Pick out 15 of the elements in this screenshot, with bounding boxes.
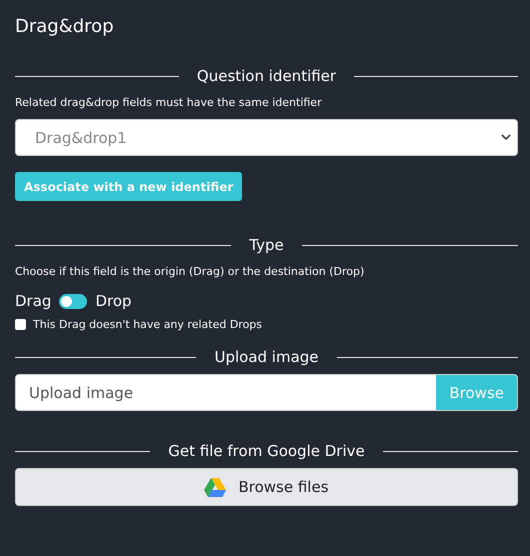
drop-label: Drop: [95, 292, 132, 310]
page-title: Drag&drop: [15, 15, 115, 39]
section-heading: Question identifier: [196, 67, 336, 85]
browse-button[interactable]: Browse: [436, 375, 517, 410]
section-heading: Upload image: [214, 348, 319, 366]
drag-label: Drag: [15, 292, 52, 310]
checkbox-label: This Drag doesn't have any related Drops: [33, 318, 262, 331]
browse-files-button[interactable]: Browse files: [15, 468, 518, 506]
hint-text: Choose if this field is the origin (Drag) or the destination (Drop): [15, 265, 366, 278]
upload-field[interactable]: Upload image Browse: [15, 374, 518, 411]
associate-button[interactable]: Associate with a new identifier: [15, 172, 242, 201]
section-heading: Get file from Google Drive: [168, 442, 365, 460]
section-heading: Type: [249, 236, 284, 254]
identifier-select[interactable]: Drag&drop1: [15, 119, 518, 156]
hint-text: Related drag&drop fields must have the same identifier: [15, 96, 323, 109]
